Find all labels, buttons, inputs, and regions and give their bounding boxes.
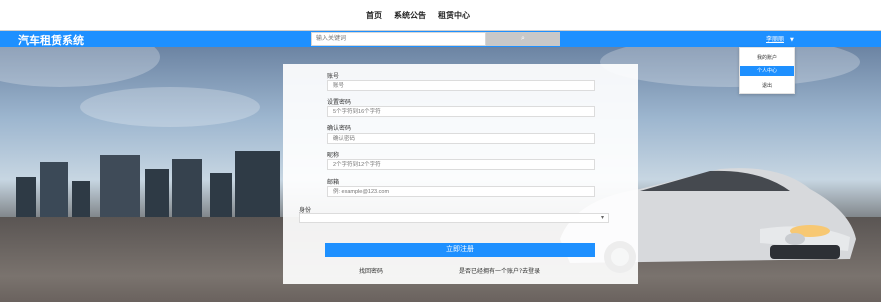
nickname-input[interactable] [327, 159, 595, 170]
chevron-down-icon: ▼ [789, 37, 794, 43]
register-button[interactable]: 立即注册 [325, 243, 595, 257]
registration-form: 账号 设置密码 确认密码 昵称 邮箱 身份 ▾ 立即注册 找回密码 是否已经拥有… [283, 64, 638, 284]
search-input[interactable] [311, 32, 486, 46]
search-button[interactable]: ⌕ [486, 32, 560, 46]
search-icon: ⌕ [521, 35, 525, 42]
identity-select[interactable]: ▾ [299, 213, 609, 223]
login-link[interactable]: 是否已经拥有一个账户?去登录 [459, 266, 540, 275]
menu-item-my-account[interactable]: 我的账户 [740, 54, 794, 61]
email-label: 邮箱 [327, 179, 340, 186]
menu-item-personal-center[interactable]: 个人中心 [740, 66, 794, 76]
menu-item-logout[interactable]: 退出 [740, 82, 794, 89]
account-label: 账号 [327, 73, 340, 80]
nav-link-rental-center[interactable]: 租赁中心 [438, 10, 470, 21]
nav-link-home[interactable]: 首页 [366, 10, 382, 21]
nav-link-announcements[interactable]: 系统公告 [394, 10, 426, 21]
chevron-down-icon: ▾ [600, 214, 604, 221]
nickname-label: 昵称 [327, 152, 340, 159]
user-dropdown-toggle[interactable]: 李丽丽 ▼ [766, 34, 794, 43]
password-label: 设置密码 [327, 99, 352, 106]
account-input[interactable] [327, 80, 595, 91]
header-bar: 汽车租赁系统 ⌕ 李丽丽 ▼ [0, 31, 881, 47]
confirm-password-label: 确认密码 [327, 125, 352, 132]
email-input[interactable] [327, 186, 595, 197]
password-input[interactable] [327, 106, 595, 117]
user-menu: 我的账户 个人中心 退出 [739, 47, 795, 94]
user-name: 李丽丽 [766, 36, 785, 43]
top-nav: 首页 系统公告 租赁中心 [0, 0, 881, 31]
brand-title: 汽车租赁系统 [18, 34, 84, 47]
find-password-link[interactable]: 找回密码 [359, 266, 383, 275]
confirm-password-input[interactable] [327, 133, 595, 144]
